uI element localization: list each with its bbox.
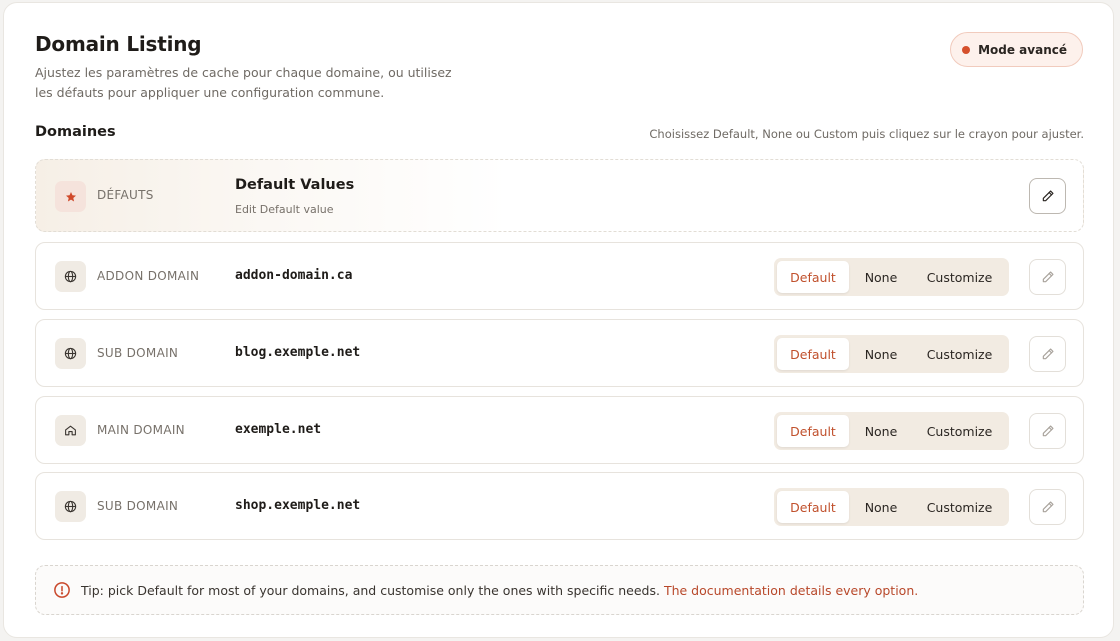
pencil-icon	[1042, 271, 1054, 283]
domain-row: SUB DOMAIN blog.exemple.net Default None…	[35, 319, 1084, 387]
cache-mode-segmented-control: Default None Customize	[774, 488, 1009, 526]
pencil-icon	[1042, 348, 1054, 360]
info-icon	[54, 582, 70, 598]
domain-name: shop.exemple.net	[235, 498, 361, 513]
tip-banner: Tip: pick Default for most of your domai…	[35, 565, 1084, 615]
segment-customize[interactable]: Customize	[913, 338, 1006, 370]
row-type-label: SUB DOMAIN	[97, 499, 179, 513]
segment-customize[interactable]: Customize	[913, 415, 1006, 447]
section-title: Domaines	[35, 124, 116, 140]
default-values-title: Default Values	[235, 177, 355, 193]
segment-none[interactable]: None	[849, 491, 913, 523]
home-icon	[55, 415, 86, 446]
edit-domain-button[interactable]	[1029, 259, 1066, 295]
segment-customize[interactable]: Customize	[913, 491, 1006, 523]
documentation-link[interactable]: The documentation details every option.	[664, 583, 918, 598]
pencil-icon	[1042, 190, 1054, 202]
edit-domain-button[interactable]	[1029, 336, 1066, 372]
mode-badge-label: Mode avancé	[978, 42, 1067, 57]
row-type-label: SUB DOMAIN	[97, 346, 179, 360]
row-type-label: ADDON DOMAIN	[97, 269, 200, 283]
domain-name: blog.exemple.net	[235, 345, 361, 360]
section-hint: Choisissez Default, None ou Custom puis …	[649, 127, 1084, 141]
segment-none[interactable]: None	[849, 261, 913, 293]
star-icon	[55, 181, 86, 212]
domain-row: SUB DOMAIN shop.exemple.net Default None…	[35, 472, 1084, 540]
edit-domain-button[interactable]	[1029, 489, 1066, 525]
segment-default[interactable]: Default	[777, 338, 849, 370]
segment-default[interactable]: Default	[777, 491, 849, 523]
domain-row: MAIN DOMAIN exemple.net Default None Cus…	[35, 396, 1084, 464]
edit-defaults-button[interactable]	[1029, 178, 1066, 214]
segment-default[interactable]: Default	[777, 261, 849, 293]
status-dot	[962, 45, 971, 54]
defaults-row: DÉFAUTS Default Values Edit Default valu…	[35, 159, 1084, 232]
mode-avance-badge[interactable]: Mode avancé	[950, 32, 1083, 67]
domain-name: addon-domain.ca	[235, 268, 353, 283]
cache-mode-segmented-control: Default None Customize	[774, 335, 1009, 373]
page-title: Domain Listing	[35, 32, 202, 56]
segment-none[interactable]: None	[849, 415, 913, 447]
pencil-icon	[1042, 425, 1054, 437]
domain-name: exemple.net	[235, 422, 322, 437]
segment-none[interactable]: None	[849, 338, 913, 370]
edit-domain-button[interactable]	[1029, 413, 1066, 449]
cache-mode-segmented-control: Default None Customize	[774, 258, 1009, 296]
row-type-label: DÉFAUTS	[97, 188, 154, 202]
globe-icon	[55, 491, 86, 522]
globe-icon	[55, 261, 86, 292]
domain-listing-card: Domain Listing Ajustez les paramètres de…	[3, 2, 1114, 638]
segment-customize[interactable]: Customize	[913, 261, 1006, 293]
cache-mode-segmented-control: Default None Customize	[774, 412, 1009, 450]
tip-text: Tip: pick Default for most of your domai…	[81, 582, 660, 598]
page-subtitle: Ajustez les paramètres de cache pour cha…	[35, 65, 452, 100]
segment-default[interactable]: Default	[777, 415, 849, 447]
domain-row: ADDON DOMAIN addon-domain.ca Default Non…	[35, 242, 1084, 310]
pencil-icon	[1042, 501, 1054, 513]
default-values-subtitle: Edit Default value	[235, 203, 334, 216]
row-type-label: MAIN DOMAIN	[97, 423, 185, 437]
globe-icon	[55, 338, 86, 369]
